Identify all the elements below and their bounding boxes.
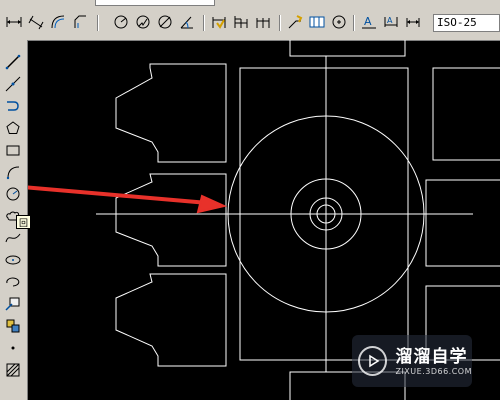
top-toolbar: A A ISO-25 (0, 0, 500, 41)
left-nozzle-top (115, 63, 227, 163)
center-mark-icon[interactable] (329, 13, 349, 31)
ordinate-dimension-icon[interactable] (70, 13, 90, 31)
watermark: 溜溜自学 ZIXUE.3D66.COM (352, 335, 472, 387)
ellipse-icon[interactable] (3, 250, 23, 270)
make-block-icon[interactable] (3, 316, 23, 336)
watermark-brand: 溜溜自学 (395, 346, 468, 367)
polyline-icon[interactable] (3, 96, 23, 116)
jogged-dimension-icon[interactable] (133, 13, 153, 31)
layer-toolbar-row (0, 0, 500, 8)
baseline-dimension-icon[interactable] (231, 13, 251, 31)
dimension-edit-icon[interactable]: A (359, 13, 379, 31)
rectangle-icon[interactable] (3, 140, 23, 160)
watermark-url: ZIXUE.3D66.COM (395, 366, 472, 376)
svg-text:A: A (364, 15, 372, 28)
play-logo-icon (358, 346, 388, 376)
tolerance-icon[interactable] (307, 13, 327, 31)
linear-dimension-icon[interactable] (4, 13, 24, 31)
hatch-icon[interactable] (3, 360, 23, 380)
toolbar-separator (279, 15, 281, 31)
arc-icon[interactable] (3, 162, 23, 182)
left-nozzle-middle (115, 173, 227, 267)
color-icon[interactable] (300, 0, 320, 6)
svg-text:A: A (387, 16, 393, 25)
layers-icon[interactable] (190, 0, 210, 6)
aligned-dimension-icon[interactable] (26, 13, 46, 31)
right-shape-top (432, 67, 500, 161)
diameter-dimension-icon[interactable] (155, 13, 175, 31)
spline-icon[interactable] (3, 228, 23, 248)
ellipse-arc-icon[interactable] (3, 272, 23, 292)
toolbar-separator (97, 15, 99, 31)
dimension-style-combo[interactable]: ISO-25 (433, 14, 500, 32)
line-icon[interactable] (3, 52, 23, 72)
dimension-update-icon[interactable] (403, 13, 423, 31)
quick-dimension-icon[interactable] (209, 13, 229, 31)
continue-dimension-icon[interactable] (253, 13, 273, 31)
right-shape-middle (425, 179, 500, 267)
polygon-icon[interactable] (3, 118, 23, 138)
radius-dimension-icon[interactable] (111, 13, 131, 31)
left-nozzle-bottom (115, 273, 227, 367)
circle-icon[interactable] (3, 184, 23, 204)
toolbar-separator (353, 15, 355, 31)
insert-block-icon[interactable] (3, 294, 23, 314)
construction-line-icon[interactable] (3, 74, 23, 94)
arc-length-icon[interactable] (48, 13, 68, 31)
dimension-text-edit-icon[interactable]: A (381, 13, 401, 31)
top-cap-rect (289, 40, 406, 57)
angular-dimension-icon[interactable] (177, 13, 197, 31)
red-pointer-arrow (28, 185, 228, 214)
toolbar-separator (203, 15, 205, 31)
point-icon[interactable] (3, 338, 23, 358)
layer-state-icon[interactable] (258, 0, 278, 6)
quick-leader-icon[interactable] (285, 13, 305, 31)
dimension-toolbar: A A ISO-25 (0, 13, 500, 33)
watermark-text: 溜溜自学 ZIXUE.3D66.COM (395, 347, 472, 376)
